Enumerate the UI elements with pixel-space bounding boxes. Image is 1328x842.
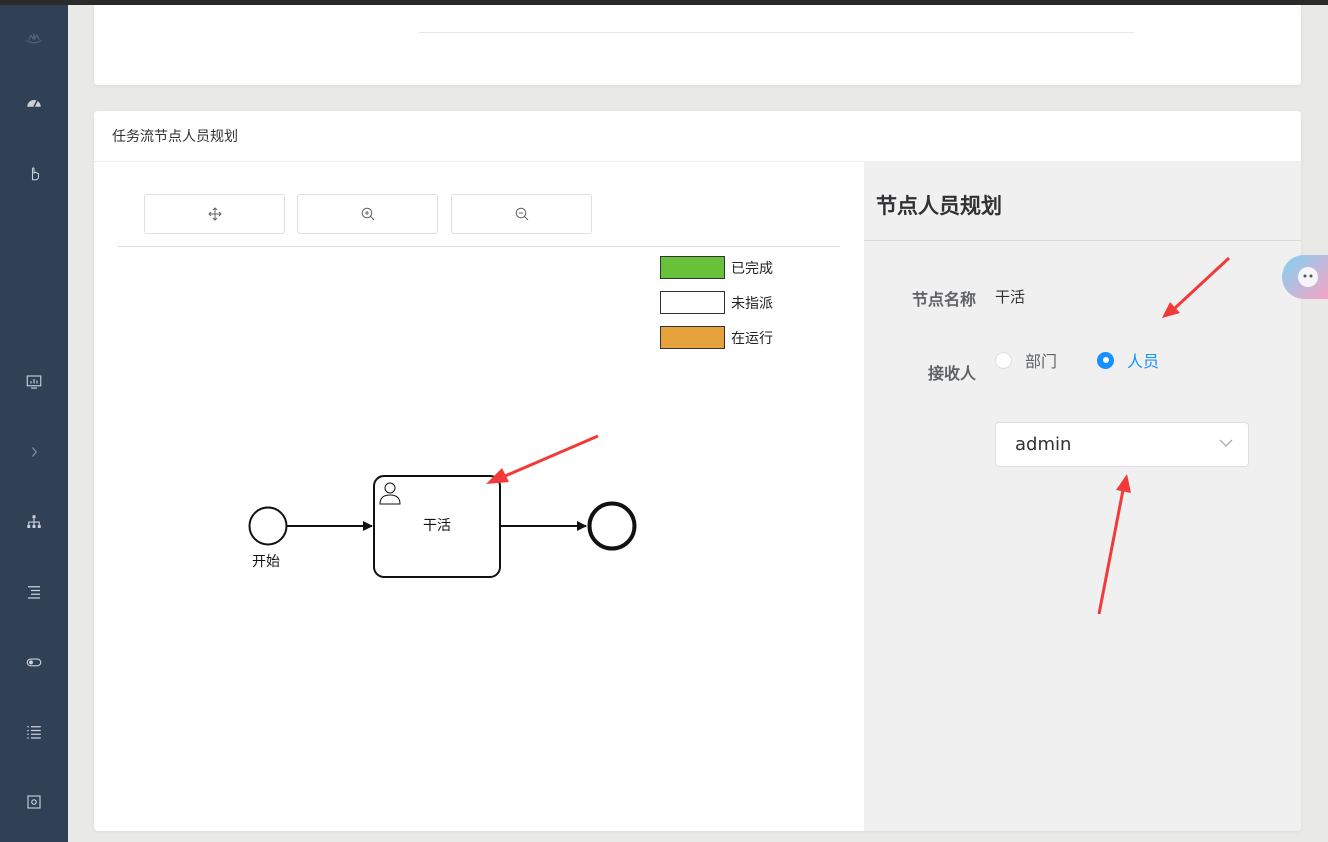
end-event[interactable] <box>587 501 637 551</box>
dashboard-icon[interactable] <box>22 91 46 115</box>
start-event-label: 开始 <box>252 554 280 570</box>
sidebar <box>0 5 68 842</box>
divider <box>419 32 1134 33</box>
receiver-label: 接收人 <box>927 364 976 383</box>
bpmn-canvas[interactable]: 已完成 未指派 在运行 开始 干活 <box>94 162 864 831</box>
toggle-icon[interactable] <box>22 650 46 674</box>
user-task-label: 干活 <box>423 518 451 534</box>
logo-icon <box>22 27 46 51</box>
node-properties-panel: 节点人员规划 节点名称 干活 接收人 部门 人员 admin <box>864 162 1301 831</box>
list-icon[interactable] <box>22 720 46 744</box>
cat-face-icon <box>1298 267 1318 287</box>
settings-box-icon[interactable] <box>22 790 46 814</box>
panel-title: 节点人员规划 <box>876 194 1002 218</box>
radio-department[interactable]: 部门 <box>995 348 1057 372</box>
radio-circle[interactable] <box>995 351 1012 369</box>
node-planning-card: 任务流节点人员规划 已完成 未指派 在运行 开始 干活 节点人员规划 节点名称 … <box>94 111 1301 831</box>
user-select-value: admin <box>1015 434 1072 455</box>
chevron-down-icon <box>1219 439 1233 447</box>
radio-person[interactable]: 人员 <box>1097 348 1159 372</box>
user-select[interactable]: admin <box>995 422 1249 467</box>
monitor-icon[interactable] <box>22 370 46 394</box>
top-card <box>94 5 1301 85</box>
panel-divider <box>864 240 1301 241</box>
radio-circle[interactable] <box>1097 351 1114 369</box>
start-event[interactable] <box>248 506 288 546</box>
hand-pointer-icon[interactable] <box>22 161 46 185</box>
chevron-right-icon[interactable] <box>22 440 46 464</box>
radio-label: 人员 <box>1127 352 1160 371</box>
org-chart-icon[interactable] <box>22 510 46 534</box>
node-name-label: 节点名称 <box>911 290 976 309</box>
card-title: 任务流节点人员规划 <box>94 111 1301 162</box>
bpmn-diagram: 开始 干活 <box>248 475 637 578</box>
assistant-float-button[interactable] <box>1282 255 1328 299</box>
list-tree-icon[interactable] <box>22 580 46 604</box>
node-name-value: 干活 <box>995 288 1026 306</box>
radio-label: 部门 <box>1025 352 1058 371</box>
